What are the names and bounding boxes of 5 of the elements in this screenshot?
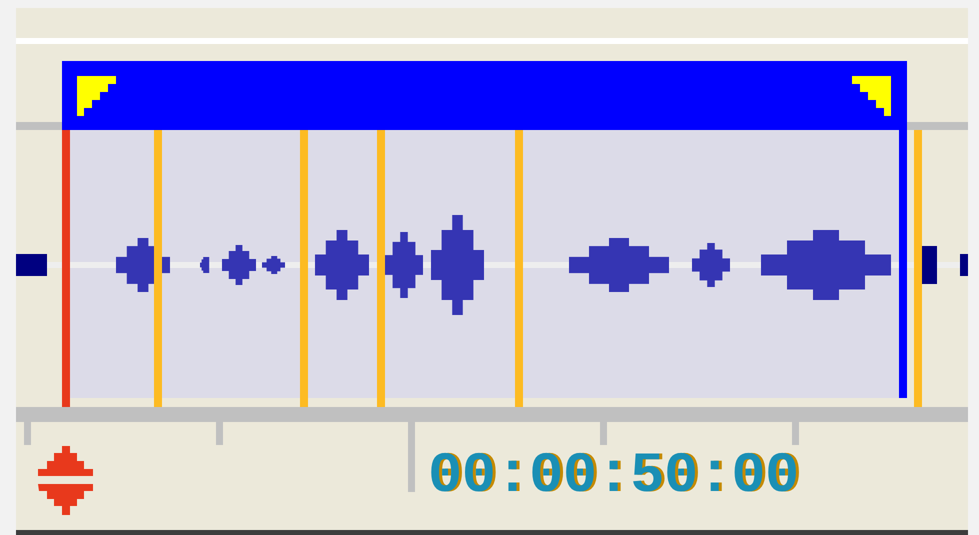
zoom-icon[interactable] xyxy=(38,446,93,515)
handle-icon[interactable] xyxy=(77,76,116,116)
timecode: 00:00:50:00 xyxy=(428,446,799,508)
selection-bar[interactable] xyxy=(62,61,907,130)
handle-icon[interactable] xyxy=(852,76,891,116)
